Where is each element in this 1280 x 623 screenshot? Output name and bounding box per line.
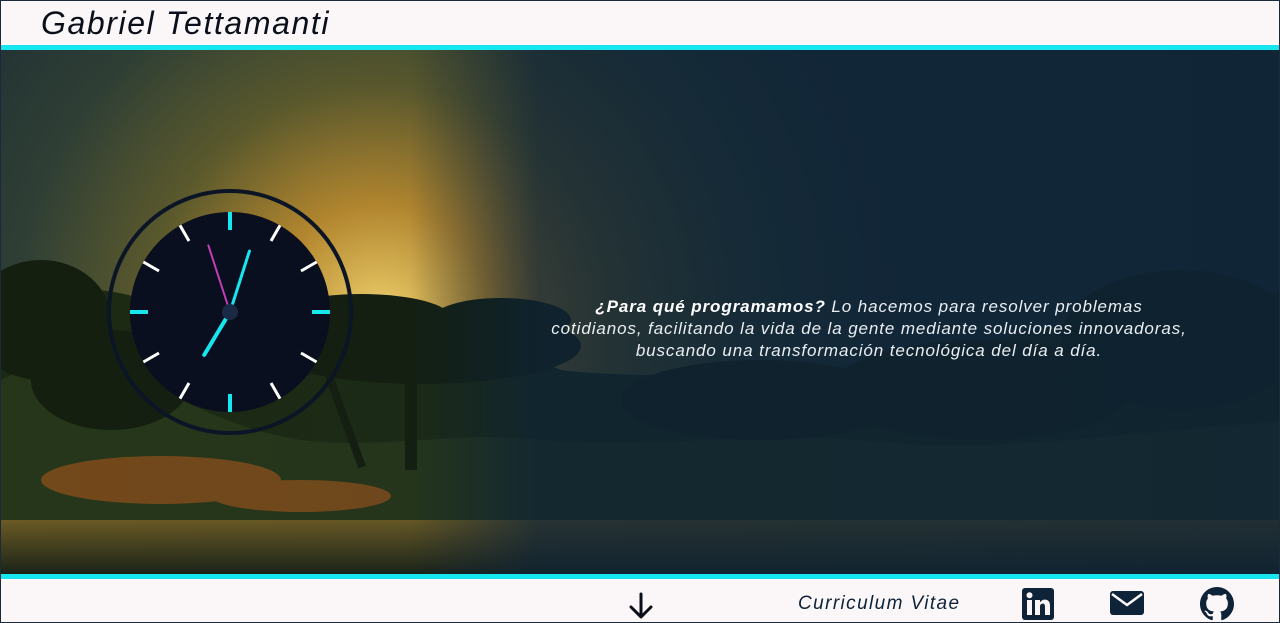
hero-section: ¿Para qué programamos? Lo hacemos para r… (1, 50, 1279, 574)
linkedin-icon[interactable] (1021, 587, 1055, 621)
tagline-heading: ¿Para qué programamos? (595, 297, 826, 316)
clock-face (107, 189, 353, 435)
hero-tagline: ¿Para qué programamos? Lo hacemos para r… (549, 296, 1189, 362)
clock-center-pin (222, 304, 238, 320)
mail-icon[interactable] (1109, 589, 1145, 617)
site-footer: Curriculum Vitae (1, 574, 1279, 622)
curriculum-vitae-link[interactable]: Curriculum Vitae (798, 593, 961, 615)
page: Gabriel Tettamanti ¿Para qué programamos… (0, 0, 1280, 623)
analog-clock (105, 187, 355, 437)
github-icon[interactable] (1200, 587, 1234, 621)
site-title: Gabriel Tettamanti (41, 5, 331, 41)
arrow-down-icon[interactable] (627, 591, 655, 621)
site-header: Gabriel Tettamanti (1, 1, 1279, 50)
